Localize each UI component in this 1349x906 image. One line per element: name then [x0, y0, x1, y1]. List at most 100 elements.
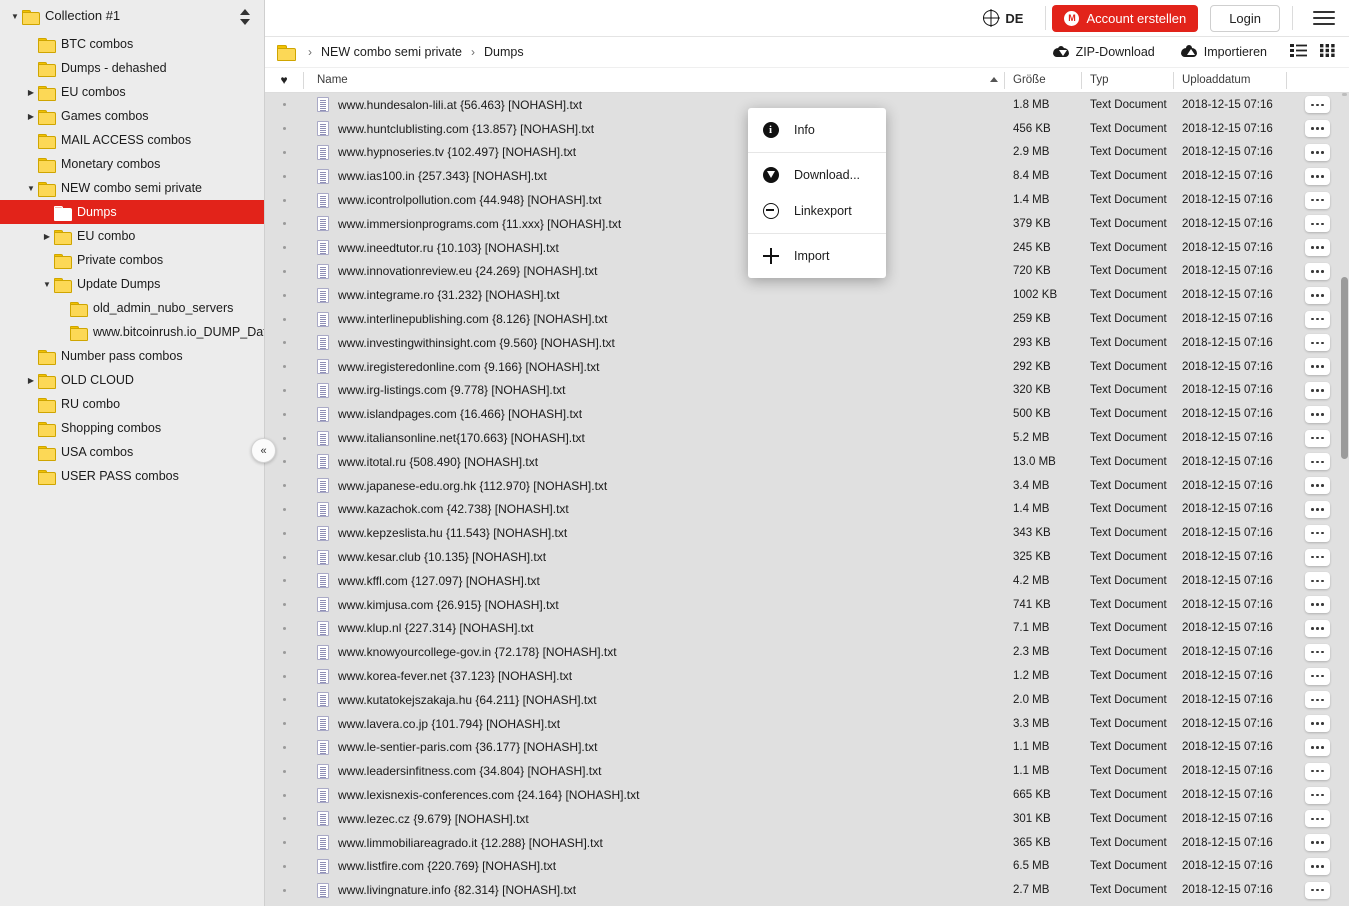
column-header-type[interactable]: Typ — [1081, 68, 1173, 93]
sidebar-item-mail-access-combos[interactable]: ▶MAIL ACCESS combos — [0, 128, 264, 152]
file-name-cell[interactable]: www.iregisteredonline.com {9.166} [NOHAS… — [303, 355, 1004, 379]
table-row[interactable]: www.livingnature.info {82.314} [NOHASH].… — [265, 878, 1349, 902]
hamburger-menu-icon[interactable] — [1313, 7, 1335, 29]
sidebar-item-eu-combo[interactable]: ▶ EU combo — [0, 224, 264, 248]
table-row[interactable]: www.integrame.ro {31.232} [NOHASH].txt 10… — [265, 283, 1349, 307]
file-name-cell[interactable]: www.hundesalon-lili.at {56.463} [NOHASH]… — [303, 93, 1004, 117]
grid-view-icon[interactable] — [1320, 44, 1335, 60]
table-row[interactable]: www.le-sentier-paris.com {36.177} [NOHAS… — [265, 736, 1349, 760]
row-more-options-button[interactable] — [1305, 239, 1330, 257]
table-row[interactable]: www.investingwithinsight.com {9.560} [NO… — [265, 331, 1349, 355]
table-row[interactable]: www.knowyourcollege-gov.in {72.178} [NOH… — [265, 640, 1349, 664]
file-name-cell[interactable]: www.livingnature.info {82.314} [NOHASH].… — [303, 878, 1004, 902]
row-favorite-toggle[interactable] — [265, 712, 303, 736]
sidebar-item-new-combo-semi-private[interactable]: ▼ NEW combo semi private — [0, 176, 264, 200]
zip-download-button[interactable]: ZIP-Download — [1040, 45, 1168, 60]
chevron-right-icon[interactable]: ▶ — [24, 368, 38, 392]
scrollbar-thumb[interactable] — [1341, 277, 1348, 459]
table-row[interactable]: www.listfire.com {220.769} [NOHASH].txt 6… — [265, 855, 1349, 879]
sidebar-item-old-admin-nubo-servers[interactable]: ▶old_admin_nubo_servers — [0, 296, 264, 320]
table-row[interactable]: www.kazachok.com {42.738} [NOHASH].txt 1.… — [265, 498, 1349, 522]
row-more-options-button[interactable] — [1305, 381, 1330, 399]
row-more-options-button[interactable] — [1305, 453, 1330, 471]
row-favorite-toggle[interactable] — [265, 307, 303, 331]
sidebar-collapse-button[interactable]: « — [251, 438, 276, 463]
row-favorite-toggle[interactable] — [265, 474, 303, 498]
row-favorite-toggle[interactable] — [265, 736, 303, 760]
row-favorite-toggle[interactable] — [265, 498, 303, 522]
table-row[interactable]: www.lavera.co.jp {101.794} [NOHASH].txt 3… — [265, 712, 1349, 736]
row-more-options-button[interactable] — [1305, 596, 1330, 614]
file-name-cell[interactable]: www.italiansonline.net{170.663} [NOHASH]… — [303, 426, 1004, 450]
row-favorite-toggle[interactable] — [265, 402, 303, 426]
row-more-options-button[interactable] — [1305, 310, 1330, 328]
table-row[interactable]: www.korea-fever.net {37.123} [NOHASH].tx… — [265, 664, 1349, 688]
language-selector[interactable]: DE — [967, 10, 1039, 26]
sidebar-item-update-dumps[interactable]: ▼ Update Dumps — [0, 272, 264, 296]
row-favorite-toggle[interactable] — [265, 855, 303, 879]
chevron-down-icon[interactable]: ▼ — [24, 176, 38, 200]
file-name-cell[interactable]: www.hypnoseries.tv {102.497} [NOHASH].tx… — [303, 141, 1004, 165]
file-name-cell[interactable]: www.kutatokejszakaja.hu {64.211} [NOHASH… — [303, 688, 1004, 712]
row-favorite-toggle[interactable] — [265, 783, 303, 807]
table-row[interactable]: www.kesar.club {10.135} [NOHASH].txt 325 … — [265, 545, 1349, 569]
row-more-options-button[interactable] — [1305, 857, 1330, 875]
sidebar-item-ru-combo[interactable]: ▶RU combo — [0, 392, 264, 416]
row-favorite-toggle[interactable] — [265, 593, 303, 617]
table-row[interactable]: www.limmobiliareagrado.it {12.288} [NOHA… — [265, 831, 1349, 855]
row-favorite-toggle[interactable] — [265, 807, 303, 831]
chevron-right-icon[interactable]: ▶ — [24, 104, 38, 128]
folder-icon[interactable] — [277, 45, 296, 61]
row-more-options-button[interactable] — [1305, 667, 1330, 685]
sidebar-item-www-bitcoinrush-io-dump-data[interactable]: ▶www.bitcoinrush.io_DUMP_Data — [0, 320, 264, 344]
row-favorite-toggle[interactable] — [265, 521, 303, 545]
chevron-down-icon[interactable]: ▼ — [40, 272, 54, 296]
sidebar-sort-toggle[interactable] — [238, 9, 252, 25]
file-name-cell[interactable]: www.kimjusa.com {26.915} [NOHASH].txt — [303, 593, 1004, 617]
sidebar-item-number-pass-combos[interactable]: ▶Number pass combos — [0, 344, 264, 368]
row-favorite-toggle[interactable] — [265, 759, 303, 783]
context-menu[interactable]: i Info Download... Linkexport Import — [748, 108, 886, 278]
row-more-options-button[interactable] — [1305, 524, 1330, 542]
row-favorite-toggle[interactable] — [265, 188, 303, 212]
file-name-cell[interactable]: www.innovationreview.eu {24.269} [NOHASH… — [303, 260, 1004, 284]
context-menu-item-download[interactable]: Download... — [748, 157, 886, 193]
table-row[interactable]: www.itotal.ru {508.490} [NOHASH].txt 13.0… — [265, 450, 1349, 474]
chevron-right-icon[interactable]: ▶ — [24, 80, 38, 104]
row-more-options-button[interactable] — [1305, 548, 1330, 566]
column-header-favorite[interactable]: ♥ — [265, 68, 303, 93]
file-name-cell[interactable]: www.kazachok.com {42.738} [NOHASH].txt — [303, 498, 1004, 522]
row-more-options-button[interactable] — [1305, 643, 1330, 661]
row-more-options-button[interactable] — [1305, 334, 1330, 352]
file-name-cell[interactable]: www.islandpages.com {16.466} [NOHASH].tx… — [303, 402, 1004, 426]
row-more-options-button[interactable] — [1305, 786, 1330, 804]
row-more-options-button[interactable] — [1305, 691, 1330, 709]
row-more-options-button[interactable] — [1305, 143, 1330, 161]
row-favorite-toggle[interactable] — [265, 117, 303, 141]
row-more-options-button[interactable] — [1305, 262, 1330, 280]
row-more-options-button[interactable] — [1305, 500, 1330, 518]
table-row[interactable]: www.islandpages.com {16.466} [NOHASH].tx… — [265, 402, 1349, 426]
sidebar-item-private-combos[interactable]: ▶Private combos — [0, 248, 264, 272]
row-favorite-toggle[interactable] — [265, 331, 303, 355]
sidebar-item-collection-1[interactable]: ▼ Collection #1 — [0, 0, 120, 32]
row-more-options-button[interactable] — [1305, 715, 1330, 733]
row-more-options-button[interactable] — [1305, 881, 1330, 899]
context-menu-item-import[interactable]: Import — [748, 238, 886, 274]
sidebar-item-eu-combos[interactable]: ▶ EU combos — [0, 80, 264, 104]
file-name-cell[interactable]: www.klup.nl {227.314} [NOHASH].txt — [303, 617, 1004, 641]
row-favorite-toggle[interactable] — [265, 617, 303, 641]
file-name-cell[interactable]: www.japanese-edu.org.hk {112.970} [NOHAS… — [303, 474, 1004, 498]
sidebar-item-btc-combos[interactable]: ▶BTC combos — [0, 32, 264, 56]
context-menu-item-linkexport[interactable]: Linkexport — [748, 193, 886, 229]
table-row[interactable]: www.kimjusa.com {26.915} [NOHASH].txt 741… — [265, 593, 1349, 617]
row-more-options-button[interactable] — [1305, 477, 1330, 495]
row-more-options-button[interactable] — [1305, 167, 1330, 185]
row-favorite-toggle[interactable] — [265, 664, 303, 688]
sidebar-item-dumps-dehashed[interactable]: ▶Dumps - dehashed — [0, 56, 264, 80]
sidebar-item-usa-combos[interactable]: ▶USA combos — [0, 440, 264, 464]
table-row[interactable]: www.kffl.com {127.097} [NOHASH].txt 4.2 M… — [265, 569, 1349, 593]
file-name-cell[interactable]: www.lavera.co.jp {101.794} [NOHASH].txt — [303, 712, 1004, 736]
table-row[interactable]: www.lexisnexis-conferences.com {24.164} … — [265, 783, 1349, 807]
row-more-options-button[interactable] — [1305, 120, 1330, 138]
